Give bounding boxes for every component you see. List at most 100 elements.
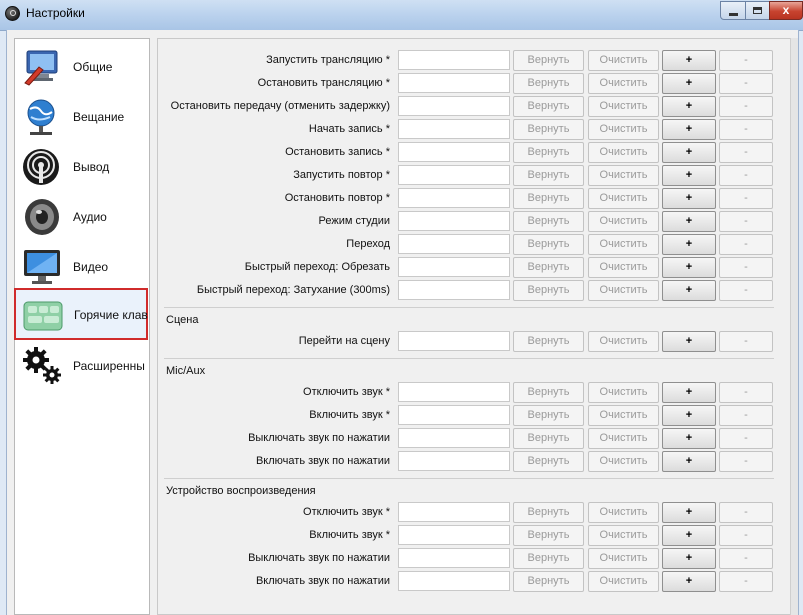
- remove-hotkey-button[interactable]: -: [719, 119, 773, 140]
- revert-button[interactable]: Вернуть: [513, 280, 584, 301]
- clear-button[interactable]: Очистить: [588, 548, 659, 569]
- remove-hotkey-button[interactable]: -: [719, 382, 773, 403]
- revert-button[interactable]: Вернуть: [513, 188, 584, 209]
- sidebar-item-advanced[interactable]: Расширенны: [15, 342, 149, 390]
- clear-button[interactable]: Очистить: [588, 50, 659, 71]
- sidebar-item-output[interactable]: Вывод: [15, 143, 149, 191]
- revert-button[interactable]: Вернуть: [513, 405, 584, 426]
- hotkey-input[interactable]: [398, 188, 510, 208]
- add-hotkey-button[interactable]: +: [662, 548, 716, 569]
- hotkey-input[interactable]: [398, 382, 510, 402]
- clear-button[interactable]: Очистить: [588, 165, 659, 186]
- add-hotkey-button[interactable]: +: [662, 188, 716, 209]
- remove-hotkey-button[interactable]: -: [719, 96, 773, 117]
- revert-button[interactable]: Вернуть: [513, 451, 584, 472]
- revert-button[interactable]: Вернуть: [513, 50, 584, 71]
- remove-hotkey-button[interactable]: -: [719, 50, 773, 71]
- close-button[interactable]: x: [769, 1, 803, 20]
- clear-button[interactable]: Очистить: [588, 211, 659, 232]
- remove-hotkey-button[interactable]: -: [719, 525, 773, 546]
- revert-button[interactable]: Вернуть: [513, 331, 584, 352]
- add-hotkey-button[interactable]: +: [662, 280, 716, 301]
- clear-button[interactable]: Очистить: [588, 502, 659, 523]
- hotkey-input[interactable]: [398, 50, 510, 70]
- hotkey-input[interactable]: [398, 525, 510, 545]
- add-hotkey-button[interactable]: +: [662, 142, 716, 163]
- clear-button[interactable]: Очистить: [588, 428, 659, 449]
- hotkey-input[interactable]: [398, 502, 510, 522]
- sidebar-item-audio[interactable]: Аудио: [15, 193, 149, 241]
- hotkey-input[interactable]: [398, 405, 510, 425]
- clear-button[interactable]: Очистить: [588, 571, 659, 592]
- remove-hotkey-button[interactable]: -: [719, 211, 773, 232]
- revert-button[interactable]: Вернуть: [513, 119, 584, 140]
- revert-button[interactable]: Вернуть: [513, 548, 584, 569]
- hotkey-input[interactable]: [398, 571, 510, 591]
- remove-hotkey-button[interactable]: -: [719, 257, 773, 278]
- revert-button[interactable]: Вернуть: [513, 428, 584, 449]
- clear-button[interactable]: Очистить: [588, 119, 659, 140]
- revert-button[interactable]: Вернуть: [513, 382, 584, 403]
- remove-hotkey-button[interactable]: -: [719, 451, 773, 472]
- hotkey-input[interactable]: [398, 142, 510, 162]
- sidebar-item-hotkeys[interactable]: Горячие клав: [14, 288, 148, 340]
- add-hotkey-button[interactable]: +: [662, 428, 716, 449]
- maximize-button[interactable]: [745, 1, 770, 20]
- remove-hotkey-button[interactable]: -: [719, 548, 773, 569]
- remove-hotkey-button[interactable]: -: [719, 428, 773, 449]
- revert-button[interactable]: Вернуть: [513, 142, 584, 163]
- remove-hotkey-button[interactable]: -: [719, 234, 773, 255]
- clear-button[interactable]: Очистить: [588, 405, 659, 426]
- revert-button[interactable]: Вернуть: [513, 234, 584, 255]
- remove-hotkey-button[interactable]: -: [719, 502, 773, 523]
- sidebar-item-video[interactable]: Видео: [15, 243, 149, 291]
- hotkey-input[interactable]: [398, 331, 510, 351]
- add-hotkey-button[interactable]: +: [662, 571, 716, 592]
- clear-button[interactable]: Очистить: [588, 525, 659, 546]
- sidebar-item-stream[interactable]: Вещание: [15, 93, 149, 141]
- clear-button[interactable]: Очистить: [588, 331, 659, 352]
- hotkey-input[interactable]: [398, 211, 510, 231]
- remove-hotkey-button[interactable]: -: [719, 571, 773, 592]
- revert-button[interactable]: Вернуть: [513, 571, 584, 592]
- hotkey-input[interactable]: [398, 257, 510, 277]
- add-hotkey-button[interactable]: +: [662, 234, 716, 255]
- remove-hotkey-button[interactable]: -: [719, 405, 773, 426]
- hotkey-input[interactable]: [398, 73, 510, 93]
- remove-hotkey-button[interactable]: -: [719, 331, 773, 352]
- sidebar-item-general[interactable]: Общие: [15, 43, 149, 91]
- revert-button[interactable]: Вернуть: [513, 165, 584, 186]
- hotkey-input[interactable]: [398, 96, 510, 116]
- add-hotkey-button[interactable]: +: [662, 165, 716, 186]
- add-hotkey-button[interactable]: +: [662, 257, 716, 278]
- clear-button[interactable]: Очистить: [588, 234, 659, 255]
- hotkey-input[interactable]: [398, 165, 510, 185]
- add-hotkey-button[interactable]: +: [662, 405, 716, 426]
- minimize-button[interactable]: [720, 1, 746, 20]
- add-hotkey-button[interactable]: +: [662, 96, 716, 117]
- revert-button[interactable]: Вернуть: [513, 502, 584, 523]
- clear-button[interactable]: Очистить: [588, 188, 659, 209]
- revert-button[interactable]: Вернуть: [513, 96, 584, 117]
- add-hotkey-button[interactable]: +: [662, 119, 716, 140]
- clear-button[interactable]: Очистить: [588, 451, 659, 472]
- hotkey-input[interactable]: [398, 451, 510, 471]
- clear-button[interactable]: Очистить: [588, 142, 659, 163]
- remove-hotkey-button[interactable]: -: [719, 73, 773, 94]
- hotkey-input[interactable]: [398, 428, 510, 448]
- remove-hotkey-button[interactable]: -: [719, 188, 773, 209]
- revert-button[interactable]: Вернуть: [513, 257, 584, 278]
- remove-hotkey-button[interactable]: -: [719, 142, 773, 163]
- clear-button[interactable]: Очистить: [588, 73, 659, 94]
- remove-hotkey-button[interactable]: -: [719, 165, 773, 186]
- add-hotkey-button[interactable]: +: [662, 525, 716, 546]
- add-hotkey-button[interactable]: +: [662, 73, 716, 94]
- add-hotkey-button[interactable]: +: [662, 382, 716, 403]
- add-hotkey-button[interactable]: +: [662, 451, 716, 472]
- add-hotkey-button[interactable]: +: [662, 502, 716, 523]
- hotkey-input[interactable]: [398, 548, 510, 568]
- revert-button[interactable]: Вернуть: [513, 525, 584, 546]
- add-hotkey-button[interactable]: +: [662, 211, 716, 232]
- hotkey-input[interactable]: [398, 234, 510, 254]
- revert-button[interactable]: Вернуть: [513, 211, 584, 232]
